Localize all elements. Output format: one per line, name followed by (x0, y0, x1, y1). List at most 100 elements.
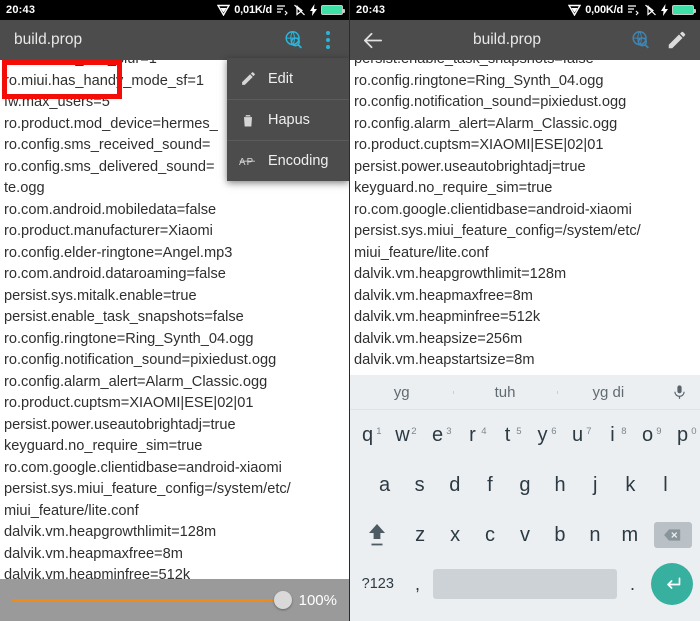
dual-screenshot: 20:43 0,01K/d build.prop ro.miui.has_han… (0, 0, 700, 621)
key-num: 5 (516, 425, 522, 437)
menu-item-encoding[interactable]: A P Encoding (227, 140, 349, 181)
menu-item-hapus[interactable]: Hapus (227, 99, 349, 140)
more-vert-icon[interactable] (317, 31, 339, 49)
menu-item-label: Hapus (268, 112, 310, 128)
key-t[interactable]: 5t (490, 424, 525, 447)
file-line: ro.config.ringtone=Ring_Synth_04.ogg (4, 330, 254, 347)
pencil-icon (239, 70, 257, 88)
charging-bolt-icon (661, 4, 668, 16)
globe-search-icon[interactable] (281, 27, 307, 53)
bluetooth-off-icon (644, 4, 657, 16)
key-r[interactable]: 4r (455, 424, 490, 447)
menu-item-label: Edit (268, 70, 293, 87)
arrow-left-icon[interactable] (360, 27, 386, 53)
status-bar-data-rate: 0,00K/d (585, 4, 623, 16)
zoom-level-label: 100% (298, 591, 337, 609)
key-num: 3 (446, 425, 452, 437)
key-x[interactable]: x (438, 524, 473, 547)
key-e[interactable]: 3e (420, 424, 455, 447)
key-num: 7 (586, 425, 592, 437)
key-g[interactable]: g (507, 474, 542, 497)
app-bar: build.prop (0, 20, 349, 60)
key-c[interactable]: c (473, 524, 508, 547)
key-n[interactable]: n (577, 524, 612, 547)
key-b[interactable]: b (542, 524, 577, 547)
pencil-icon[interactable] (664, 27, 690, 53)
status-bar-time: 20:43 (356, 4, 386, 16)
key-k[interactable]: k (613, 474, 648, 497)
zoom-slider-knob[interactable] (273, 591, 292, 609)
file-line: persist.power.useautobrightadj=true (4, 416, 236, 433)
zoom-slider-bar: 100% (0, 579, 349, 621)
menu-item-edit[interactable]: Edit (227, 58, 349, 99)
key-num: 4 (481, 425, 487, 437)
file-line: ro.config.alarm_alert=Alarm_Classic.ogg (354, 115, 618, 132)
file-line: persist.enable_task_snapshots=false (354, 60, 696, 71)
keyboard-row-4: ?123 , . (350, 560, 700, 608)
key-period[interactable]: . (617, 574, 649, 595)
enter-icon (651, 563, 694, 605)
key-z[interactable]: z (403, 524, 438, 547)
file-line: ro.product.cuptsm=XIAOMI|ESE|02|01 (354, 137, 604, 153)
key-s[interactable]: s (402, 474, 437, 497)
key-q[interactable]: 1q (350, 424, 385, 447)
file-line: ro.config.alarm_alert=Alarm_Classic.ogg (4, 373, 268, 390)
vpn-icon (217, 4, 231, 17)
key-o[interactable]: 9o (630, 424, 665, 447)
key-w[interactable]: 2w (385, 424, 420, 447)
vpn-icon (568, 4, 582, 17)
key-num: 0 (691, 425, 697, 437)
key-label: w (395, 423, 410, 446)
encoding-icon: A P (239, 152, 257, 170)
battery-icon (321, 5, 345, 15)
space-key[interactable] (433, 569, 617, 599)
key-d[interactable]: d (437, 474, 472, 497)
key-v[interactable]: v (508, 524, 543, 547)
trash-icon (239, 111, 257, 129)
file-line: ro.com.android.mobiledata=false (4, 201, 217, 218)
app-bar: build.prop (350, 20, 700, 60)
key-i[interactable]: 8i (595, 424, 630, 447)
keyboard-row-3: z x c v b n m (350, 510, 700, 560)
keyboard-row-2: a s d f g h j k l (350, 460, 700, 510)
key-m[interactable]: m (612, 524, 647, 547)
key-label: y (537, 423, 548, 446)
overflow-menu[interactable]: Edit Hapus A P Encoding (227, 58, 349, 181)
key-l[interactable]: l (648, 474, 683, 497)
key-comma[interactable]: , (402, 574, 434, 595)
data-transfer-icon (627, 4, 640, 16)
file-line: dalvik.vm.heapgrowthlimit=128m (4, 524, 217, 540)
file-line: ro.config.notification_sound=pixiedust.o… (4, 352, 277, 368)
key-p[interactable]: 0p (665, 424, 700, 447)
suggestion-item[interactable]: yg (350, 384, 453, 401)
enter-key[interactable] (648, 563, 696, 605)
key-label: o (641, 423, 654, 446)
file-line: persist.sys.miui_feature_config=/system/… (354, 223, 641, 239)
backspace-icon[interactable] (647, 522, 698, 548)
shift-icon[interactable] (352, 521, 403, 549)
file-line: keyguard.no_require_sim=true (354, 180, 553, 196)
key-label: r (469, 423, 476, 446)
suggestion-item[interactable]: yg di (556, 384, 660, 401)
key-h[interactable]: h (543, 474, 578, 497)
virtual-keyboard: yg tuh yg di 1q 2w 3e 4r 5t 6y 7u 8i 9o … (350, 375, 700, 621)
globe-search-icon[interactable] (628, 27, 654, 53)
key-y[interactable]: 6y (525, 424, 560, 447)
file-line: dalvik.vm.heapmaxfree=8m (354, 287, 533, 304)
status-bar-data-rate: 0,01K/d (234, 4, 272, 16)
symbols-key[interactable]: ?123 (354, 576, 402, 592)
key-u[interactable]: 7u (560, 424, 595, 447)
key-j[interactable]: j (578, 474, 613, 497)
suggestion-item[interactable]: tuh (453, 384, 556, 401)
charging-bolt-icon (310, 4, 317, 16)
file-line: ro.com.google.clientidbase=android-xiaom… (4, 459, 282, 476)
status-bar: 20:43 0,00K/d (350, 0, 700, 20)
file-line: dalvik.vm.heapmaxfree=8m (4, 545, 183, 562)
file-line: keyguard.no_require_sim=true (4, 438, 203, 454)
file-line: dalvik.vm.heapgrowthlimit=128m (354, 266, 567, 282)
key-f[interactable]: f (472, 474, 507, 497)
zoom-slider-track[interactable] (12, 591, 292, 609)
microphone-icon[interactable] (660, 383, 700, 402)
key-a[interactable]: a (367, 474, 402, 497)
file-line: persist.enable_task_snapshots=false (4, 309, 244, 325)
